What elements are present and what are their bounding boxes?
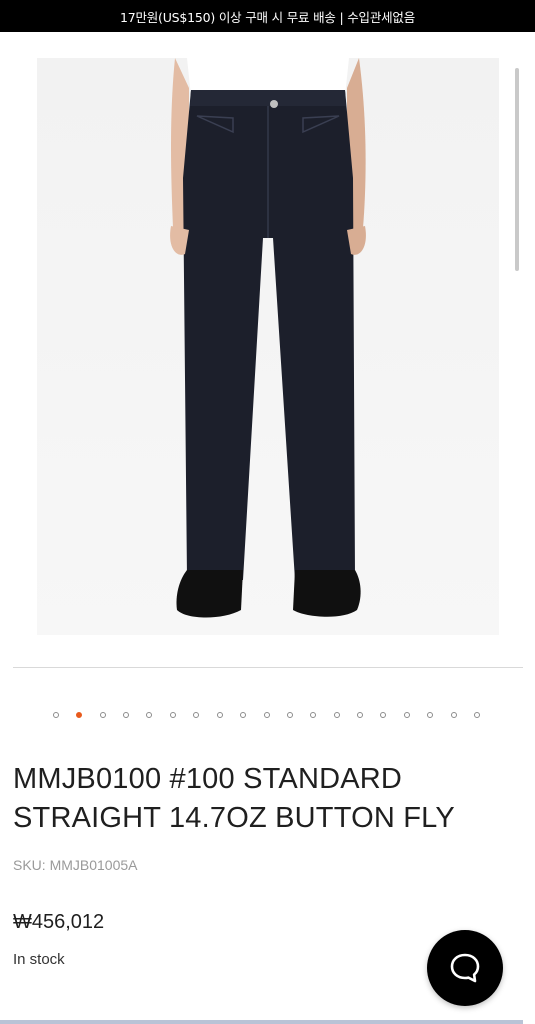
gallery-dot[interactable] xyxy=(474,712,480,718)
product-photo xyxy=(37,58,499,635)
gallery-dot[interactable] xyxy=(357,712,363,718)
announcement-bar: 17만원(US$150) 이상 구매 시 무료 배송 | 수입관세없음 xyxy=(0,0,535,32)
gallery-dot[interactable] xyxy=(217,712,223,718)
bottom-bar-edge xyxy=(0,1020,523,1024)
gallery-dot[interactable] xyxy=(123,712,129,718)
product-image[interactable] xyxy=(37,58,499,635)
gallery-dot[interactable] xyxy=(310,712,316,718)
gallery-scrollbar[interactable] xyxy=(515,68,519,271)
stock-status: In stock xyxy=(13,951,65,968)
divider xyxy=(13,667,523,668)
gallery-dot[interactable] xyxy=(146,712,152,718)
gallery-dot[interactable] xyxy=(427,712,433,718)
gallery-dot[interactable] xyxy=(264,712,270,718)
gallery-dot[interactable] xyxy=(100,712,106,718)
chat-button[interactable] xyxy=(427,930,503,1006)
gallery-dot[interactable] xyxy=(451,712,457,718)
gallery-dot[interactable] xyxy=(170,712,176,718)
gallery-dot[interactable] xyxy=(287,712,293,718)
gallery-pagination[interactable] xyxy=(0,712,535,722)
product-title: MMJB0100 #100 STANDARD STRAIGHT 14.7OZ B… xyxy=(13,763,455,834)
gallery-dot[interactable] xyxy=(334,712,340,718)
gallery-dot[interactable] xyxy=(240,712,246,718)
product-sku: SKU: MMJB01005A xyxy=(13,857,138,873)
gallery-dot[interactable] xyxy=(404,712,410,718)
product-price: ₩456,012 xyxy=(13,911,105,933)
announcement-text: 17만원(US$150) 이상 구매 시 무료 배송 | 수입관세없음 xyxy=(119,9,416,25)
chat-bubble-icon xyxy=(450,953,480,983)
gallery-dot-active[interactable] xyxy=(76,712,82,718)
gallery-dot[interactable] xyxy=(193,712,199,718)
gallery-dot[interactable] xyxy=(380,712,386,718)
gallery-dot[interactable] xyxy=(53,712,59,718)
